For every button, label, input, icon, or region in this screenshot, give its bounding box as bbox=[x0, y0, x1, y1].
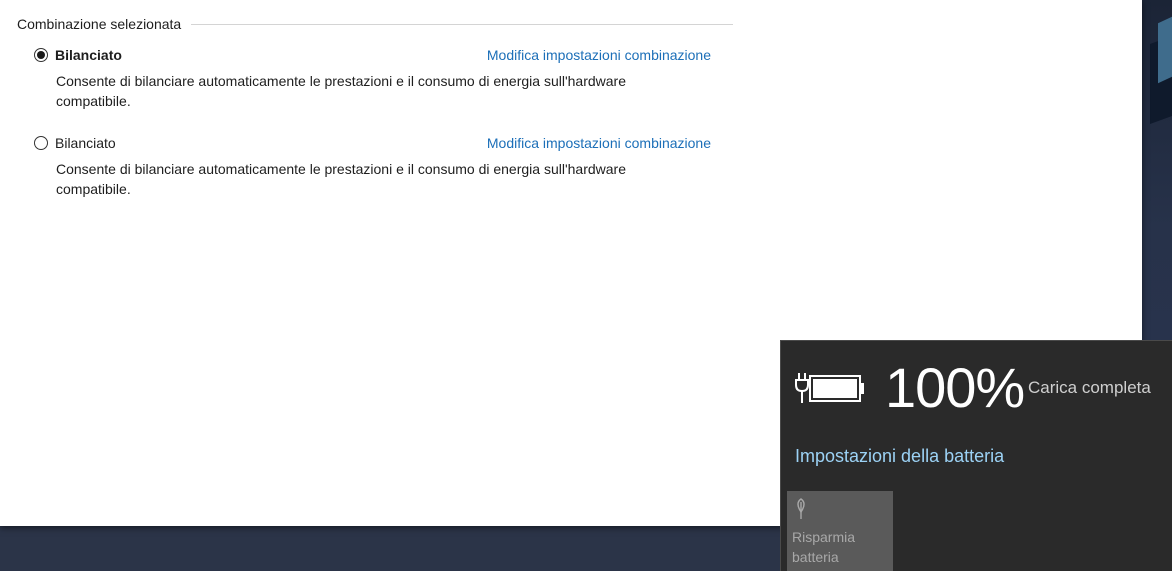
selected-plan-group-header: Combinazione selezionata bbox=[17, 14, 733, 34]
battery-settings-link[interactable]: Impostazioni della batteria bbox=[795, 446, 1004, 467]
plan-description-1: Consente di bilanciare automaticamente l… bbox=[56, 73, 626, 109]
plan-option-1: Bilanciato Modifica impostazioni combina… bbox=[34, 47, 724, 111]
plan-name-2[interactable]: Bilanciato bbox=[55, 135, 116, 151]
battery-plugged-icon bbox=[795, 373, 864, 403]
battery-saver-tile[interactable]: Risparmia batteria bbox=[787, 491, 893, 571]
change-plan-settings-link-2[interactable]: Modifica impostazioni combinazione bbox=[487, 135, 711, 151]
plan-option-2: Bilanciato Modifica impostazioni combina… bbox=[34, 135, 724, 199]
plan-description-2: Consente di bilanciare automaticamente l… bbox=[56, 161, 626, 197]
battery-flyout: 100% Carica completa Impostazioni della … bbox=[780, 340, 1172, 571]
battery-saver-label: Risparmia batteria bbox=[792, 529, 856, 565]
group-title: Combinazione selezionata bbox=[17, 16, 182, 32]
plan-radio-2[interactable] bbox=[34, 136, 48, 150]
leaf-icon bbox=[797, 498, 805, 519]
plan-name-1[interactable]: Bilanciato bbox=[55, 47, 122, 63]
wallpaper-shape bbox=[1158, 16, 1172, 84]
plan-radio-1[interactable] bbox=[34, 48, 48, 62]
battery-status: Carica completa bbox=[1028, 378, 1151, 397]
change-plan-settings-link-1[interactable]: Modifica impostazioni combinazione bbox=[487, 47, 711, 63]
battery-percentage: 100% bbox=[885, 356, 1025, 419]
group-divider bbox=[191, 23, 733, 25]
